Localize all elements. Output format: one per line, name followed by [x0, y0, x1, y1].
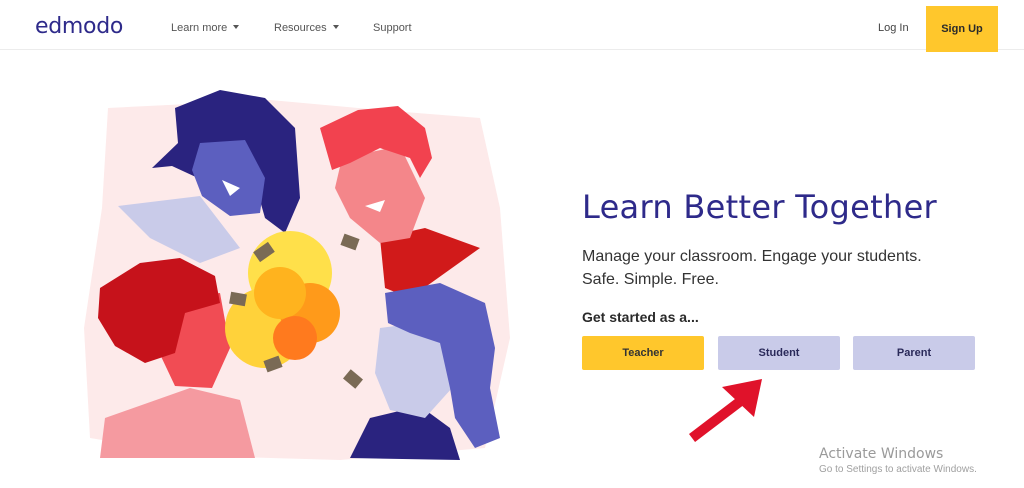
- nav-resources[interactable]: Resources: [274, 22, 339, 34]
- nav-learn-more-label: Learn more: [171, 22, 228, 34]
- hero-subline-2: Safe. Simple. Free.: [582, 271, 719, 288]
- watermark-subtitle: Go to Settings to activate Windows.: [819, 464, 977, 475]
- teacher-button[interactable]: Teacher: [582, 336, 704, 370]
- watermark-title: Activate Windows: [819, 446, 944, 462]
- signup-button[interactable]: Sign Up: [926, 6, 998, 52]
- hero-subheadline: Manage your classroom. Engage your stude…: [582, 245, 922, 291]
- nav-support[interactable]: Support: [373, 22, 412, 34]
- hero-illustration: [84, 90, 510, 460]
- red-arrow-annotation: [688, 379, 762, 443]
- top-nav-bar: edmodo Learn more Resources Support Log …: [0, 0, 1024, 52]
- bulb-orange-3: [273, 316, 317, 360]
- hero-headline: Learn Better Together: [582, 188, 938, 226]
- arrow-shaft: [688, 395, 746, 443]
- chevron-down-icon: [233, 25, 240, 29]
- edmodo-logo[interactable]: edmodo: [35, 14, 123, 39]
- student-button[interactable]: Student: [718, 336, 840, 370]
- nav-resources-label: Resources: [274, 22, 327, 34]
- get-started-label: Get started as a...: [582, 309, 699, 325]
- parent-button[interactable]: Parent: [853, 336, 975, 370]
- login-link[interactable]: Log In: [878, 22, 909, 34]
- windows-activation-watermark: Activate Windows Go to Settings to activ…: [819, 446, 977, 475]
- chevron-down-icon: [332, 25, 339, 29]
- nav-learn-more[interactable]: Learn more: [171, 22, 240, 34]
- hero-subline-1: Manage your classroom. Engage your stude…: [582, 248, 922, 265]
- bulb-orange-2: [254, 267, 306, 319]
- nav-support-label: Support: [373, 22, 412, 34]
